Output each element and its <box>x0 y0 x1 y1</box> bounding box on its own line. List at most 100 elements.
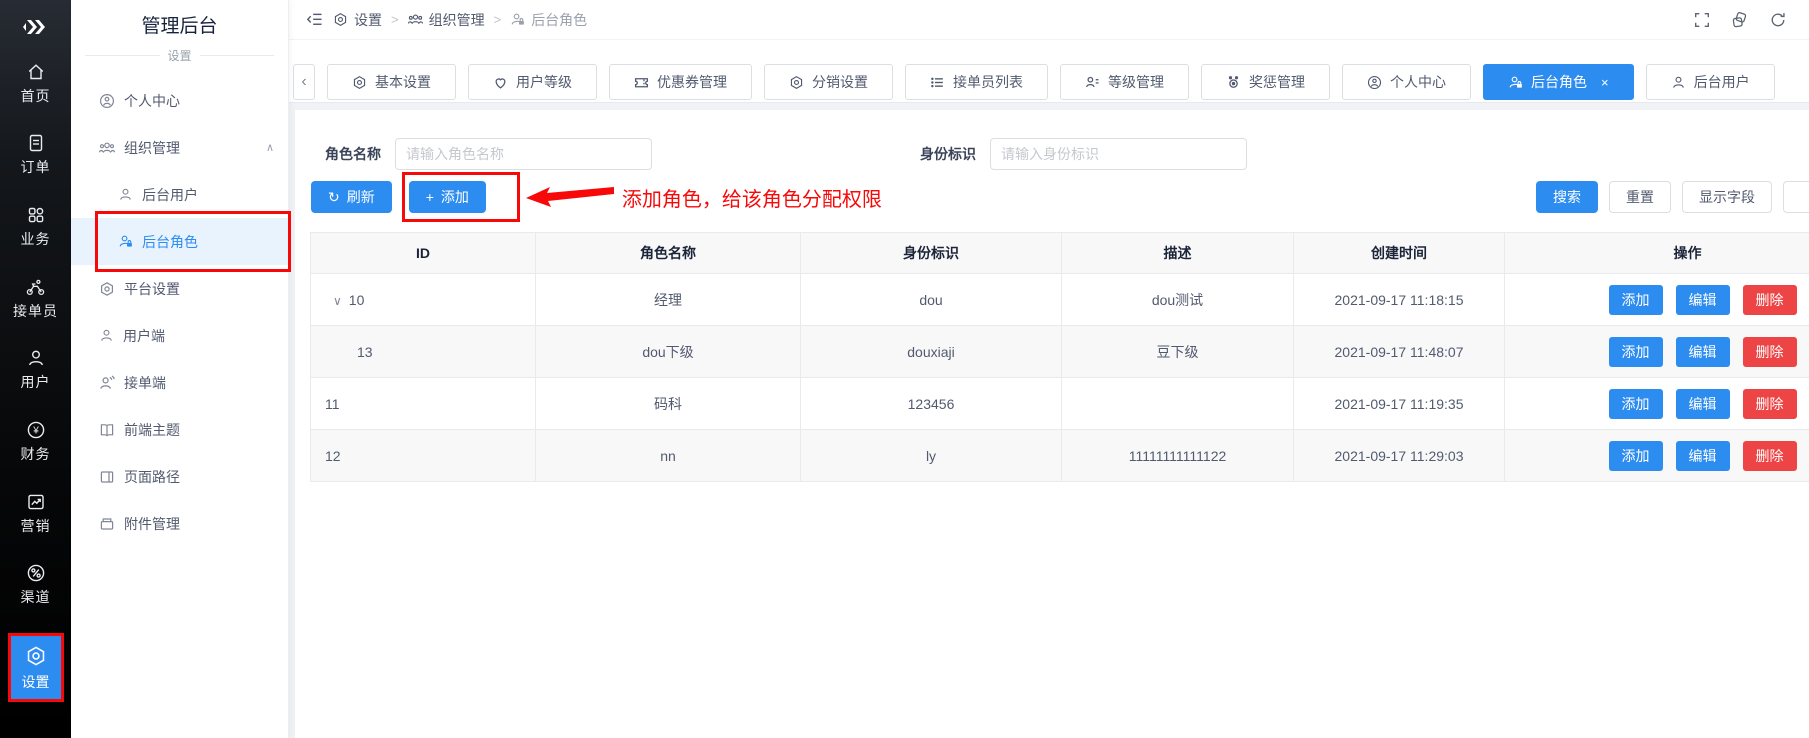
annotation-box-add: + 添加 <box>402 172 520 222</box>
menu-item-organization[interactable]: 组织管理 ∧ <box>71 124 288 171</box>
menu-item-backend-users[interactable]: 后台用户 <box>71 171 288 218</box>
tab-level-management[interactable]: 等级管理 <box>1060 64 1189 100</box>
description-cell: dou测试 <box>1062 274 1294 326</box>
svg-text:¥: ¥ <box>32 426 39 437</box>
tab-basic-settings[interactable]: 基本设置 <box>327 64 456 100</box>
row-add-button[interactable]: 添加 <box>1609 441 1663 471</box>
sidebar-item-users[interactable]: 用户 <box>6 347 66 395</box>
main-area: 设置 > 组织管理 > 后台角色 <box>289 0 1809 738</box>
search-button[interactable]: 搜索 <box>1536 181 1598 213</box>
edge-clipped-button[interactable] <box>1783 181 1809 213</box>
menu-item-frontend-theme[interactable]: 前端主题 <box>71 406 288 453</box>
menu-item-label: 个人中心 <box>124 91 180 111</box>
menu-item-profile[interactable]: 个人中心 <box>71 77 288 124</box>
column-header-created: 创建时间 <box>1294 233 1505 274</box>
sidebar-item-business[interactable]: 业务 <box>6 203 66 251</box>
tab-rewards-punishments[interactable]: 奖惩管理 <box>1201 64 1330 100</box>
tab-backend-users[interactable]: 后台用户 <box>1646 64 1775 100</box>
tab-scroll-left[interactable]: ‹ <box>293 64 315 100</box>
row-edit-button[interactable]: 编辑 <box>1676 389 1730 419</box>
heart-icon <box>493 75 508 90</box>
gear-icon <box>25 645 47 667</box>
breadcrumb-item-organization[interactable]: 组织管理 <box>408 10 485 30</box>
roles-table-wrap: ID 角色名称 身份标识 描述 创建时间 操作 ∨10 <box>310 232 1809 482</box>
tab-backend-roles[interactable]: 后台角色 × <box>1483 64 1634 100</box>
menu-item-courier-client[interactable]: 接单端 <box>71 359 288 406</box>
row-delete-button[interactable]: 删除 <box>1743 337 1797 367</box>
breadcrumb-item-backend-roles: 后台角色 <box>510 10 587 30</box>
row-add-button[interactable]: 添加 <box>1609 337 1663 367</box>
menu-item-user-client[interactable]: 用户端 <box>71 312 288 359</box>
settings-sidebar: 管理后台 设置 个人中心 组织管理 ∧ 后台用户 <box>71 0 289 738</box>
theme-skin-icon[interactable] <box>1731 11 1749 29</box>
sidebar-item-finance[interactable]: ¥ 财务 <box>6 418 66 466</box>
medal-icon <box>1226 75 1241 90</box>
description-cell: 豆下级 <box>1062 326 1294 378</box>
created-cell: 2021-09-17 11:18:15 <box>1294 274 1505 326</box>
sidebar-item-couriers[interactable]: 接单员 <box>6 275 66 323</box>
app-logo[interactable] <box>19 10 53 44</box>
table-row: 11 码科 123456 2021-09-17 11:19:35 添加 编辑 删… <box>311 378 1809 430</box>
plus-icon: + <box>426 189 434 205</box>
row-edit-button[interactable]: 编辑 <box>1676 441 1730 471</box>
sidebar-item-orders[interactable]: 订单 <box>6 132 66 180</box>
id-cell: ∨10 <box>311 274 536 326</box>
menu-item-backend-roles[interactable]: 后台角色 <box>71 218 288 265</box>
menu-item-attachments[interactable]: 附件管理 <box>71 500 288 547</box>
tab-distribution-settings[interactable]: 分销设置 <box>764 64 893 100</box>
sidebar-item-home[interactable]: 首页 <box>6 60 66 108</box>
show-fields-button[interactable]: 显示字段 <box>1682 181 1772 213</box>
people-icon <box>99 140 115 156</box>
row-delete-button[interactable]: 删除 <box>1743 441 1797 471</box>
tab-profile[interactable]: 个人中心 <box>1342 64 1471 100</box>
tab-coupon-management[interactable]: 优惠券管理 <box>609 64 752 100</box>
add-button[interactable]: + 添加 <box>409 181 486 213</box>
role-name-input[interactable] <box>395 138 652 170</box>
book-icon <box>99 422 115 438</box>
logo-icon <box>19 10 53 44</box>
sidebar-item-channels[interactable]: 渠道 <box>6 561 66 609</box>
menu-item-page-paths[interactable]: 页面路径 <box>71 453 288 500</box>
tab-user-levels[interactable]: 用户等级 <box>468 64 597 100</box>
menu-item-platform-settings[interactable]: 平台设置 <box>71 265 288 312</box>
id-cell: 13 <box>311 326 536 378</box>
fullscreen-icon[interactable] <box>1693 11 1711 29</box>
row-delete-button[interactable]: 删除 <box>1743 389 1797 419</box>
row-add-button[interactable]: 添加 <box>1609 285 1663 315</box>
actions-cell: 添加 编辑 删除 <box>1505 274 1809 326</box>
person-signal-icon <box>99 375 115 391</box>
reset-button[interactable]: 重置 <box>1609 181 1671 213</box>
tabbar: ‹ 基本设置 用户等级 优惠券管理 分销设置 接单员列表 等级管理 奖惩管理 <box>289 40 1809 103</box>
archive-box-icon <box>99 516 115 532</box>
refresh-icon[interactable] <box>1769 11 1787 29</box>
marketing-icon <box>26 492 46 512</box>
order-icon <box>26 133 46 153</box>
id-cell: 11 <box>311 378 536 430</box>
description-cell <box>1062 378 1294 430</box>
annotation-arrow <box>526 184 614 210</box>
dark-sidebar: 首页 订单 业务 接单员 用户 ¥ 财务 <box>0 0 71 738</box>
refresh-button[interactable]: ↻ 刷新 <box>311 181 392 213</box>
id-cell: 12 <box>311 430 536 482</box>
sidebar-item-marketing[interactable]: 营销 <box>6 490 66 538</box>
sidebar-item-settings[interactable]: 设置 <box>8 633 64 702</box>
filter-row: 角色名称 身份标识 <box>325 138 1809 170</box>
identity-cell: ly <box>801 430 1062 482</box>
annotation-text: 添加角色，给该角色分配权限 <box>622 183 882 212</box>
tab-close-icon[interactable]: × <box>1601 75 1609 90</box>
identity-input[interactable] <box>990 138 1247 170</box>
table-row: 12 nn ly 11111111111122 2021-09-17 11:29… <box>311 430 1809 482</box>
expand-caret-icon[interactable]: ∨ <box>333 294 342 308</box>
tab-courier-list[interactable]: 接单员列表 <box>905 64 1048 100</box>
row-edit-button[interactable]: 编辑 <box>1676 285 1730 315</box>
row-edit-button[interactable]: 编辑 <box>1676 337 1730 367</box>
row-delete-button[interactable]: 删除 <box>1743 285 1797 315</box>
breadcrumb-item-settings[interactable]: 设置 <box>333 10 382 30</box>
row-add-button[interactable]: 添加 <box>1609 389 1663 419</box>
gear-icon <box>99 281 115 297</box>
column-header-description: 描述 <box>1062 233 1294 274</box>
menu-fold-icon[interactable] <box>305 10 324 29</box>
role-name-cell: 经理 <box>536 274 801 326</box>
section-label: 设置 <box>168 47 192 64</box>
table-row: ∨10 经理 dou dou测试 2021-09-17 11:18:15 添加 … <box>311 274 1809 326</box>
